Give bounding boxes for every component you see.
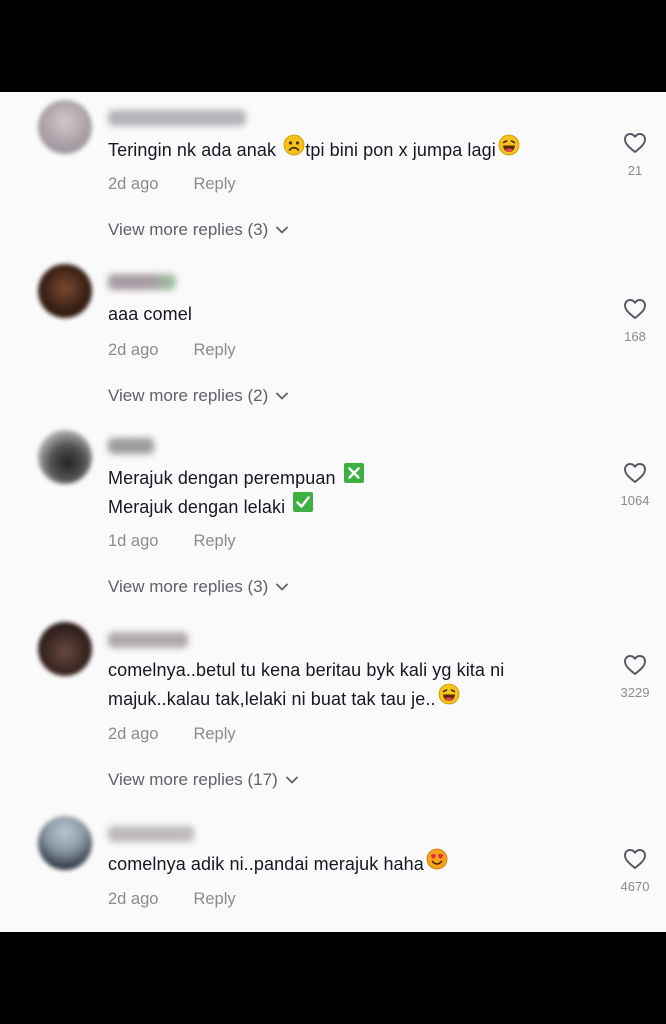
comment-meta: 2d ago Reply <box>108 341 236 360</box>
sad-face-emoji-icon <box>283 134 305 165</box>
chevron-down-icon <box>285 769 298 789</box>
reply-button[interactable]: Reply <box>193 725 235 743</box>
like-count: 1064 <box>620 493 650 508</box>
comment-line: Merajuk dengan perempuan <box>108 462 365 493</box>
heart-icon <box>623 655 647 680</box>
username-blurred[interactable] <box>108 632 188 648</box>
view-more-replies[interactable]: View more replies (3) <box>108 219 289 240</box>
comment-line: majuk..kalau tak,lelaki ni buat tak tau … <box>108 683 504 714</box>
reply-button[interactable]: Reply <box>193 341 235 359</box>
comment-text: comelnya adik ni..pandai merajuk haha <box>108 848 448 879</box>
chevron-down-icon <box>276 385 289 405</box>
comment-line: Merajuk dengan lelaki <box>108 491 365 522</box>
laughing-face-emoji-icon <box>498 134 520 165</box>
chevron-down-icon <box>276 219 289 239</box>
comment-text: Teringin nk ada anak tpi bini pon x jump… <box>108 134 520 165</box>
reply-button[interactable]: Reply <box>193 532 235 550</box>
like-count: 168 <box>624 329 646 344</box>
heart-eyes-emoji-icon <box>426 848 448 879</box>
like-button[interactable]: 1064 <box>610 462 660 508</box>
like-button[interactable]: 168 <box>610 298 660 344</box>
timestamp: 2d ago <box>108 890 159 908</box>
like-count: 3229 <box>620 685 650 700</box>
timestamp: 1d ago <box>108 532 159 550</box>
comment-text: comelnya..betul tu kena beritau byk kali… <box>108 656 504 714</box>
heart-icon <box>623 849 647 874</box>
laughing-face-emoji-icon <box>438 683 460 714</box>
comment-meta: 2d ago Reply <box>108 175 236 194</box>
heart-icon <box>623 463 647 488</box>
avatar[interactable] <box>38 622 92 676</box>
timestamp: 2d ago <box>108 725 159 743</box>
view-more-replies[interactable]: View more replies (17) <box>108 770 298 790</box>
username-blurred[interactable] <box>108 274 176 290</box>
avatar[interactable] <box>38 430 92 484</box>
comment-line: aaa comel <box>108 304 192 324</box>
username-blurred[interactable] <box>108 438 154 454</box>
timestamp: 2d ago <box>108 175 159 193</box>
like-button[interactable]: 21 <box>610 132 660 178</box>
comment-meta: 2d ago Reply <box>108 890 236 909</box>
like-count: 21 <box>627 163 643 178</box>
view-more-replies[interactable]: View more replies (3) <box>108 576 289 597</box>
comment-line: comelnya adik ni..pandai merajuk haha <box>108 848 448 879</box>
heart-icon <box>623 133 647 158</box>
check-mark-emoji-icon <box>292 491 314 522</box>
comment-line: Teringin nk ada anak tpi bini pon x jump… <box>108 134 520 165</box>
avatar[interactable] <box>38 816 92 870</box>
like-count: 4670 <box>620 879 650 894</box>
username-blurred[interactable] <box>108 110 246 126</box>
reply-button[interactable]: Reply <box>193 890 235 908</box>
like-button[interactable]: 3229 <box>610 654 660 700</box>
comment-meta: 2d ago Reply <box>108 725 236 744</box>
comment-meta: 1d ago Reply <box>108 532 236 551</box>
comment-text: Merajuk dengan perempuan Merajuk dengan … <box>108 462 365 522</box>
username-blurred[interactable] <box>108 826 194 842</box>
like-button[interactable]: 4670 <box>610 848 660 894</box>
view-more-replies[interactable]: View more replies (2) <box>108 385 289 406</box>
timestamp: 2d ago <box>108 341 159 359</box>
comments-panel: Teringin nk ada anak tpi bini pon x jump… <box>0 92 666 932</box>
avatar[interactable] <box>38 100 92 154</box>
reply-button[interactable]: Reply <box>193 175 235 193</box>
chevron-down-icon <box>276 576 289 596</box>
avatar[interactable] <box>38 264 92 318</box>
cross-mark-emoji-icon <box>343 462 365 493</box>
heart-icon <box>623 299 647 324</box>
comment-line: comelnya..betul tu kena beritau byk kali… <box>108 660 505 680</box>
comment-text: aaa comel <box>108 300 192 329</box>
